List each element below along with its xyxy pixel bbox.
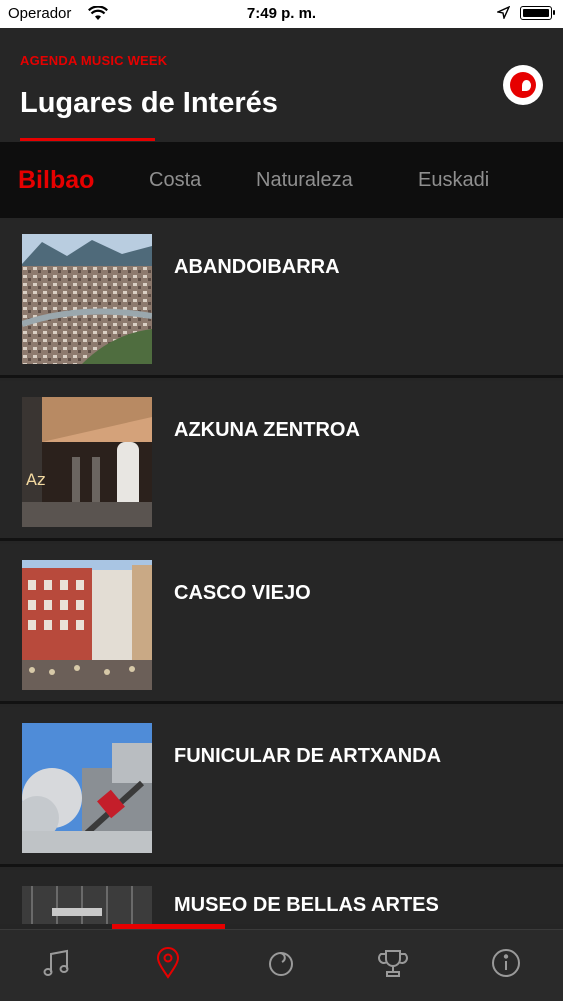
place-thumbnail	[22, 723, 152, 853]
place-name: CASCO VIEJO	[174, 582, 311, 604]
bottom-nav	[0, 929, 563, 1001]
list-item[interactable]: MUSEO DE BELLAS ARTES	[0, 870, 563, 924]
vodafone-icon	[266, 948, 296, 983]
nav-contests[interactable]	[337, 930, 449, 1001]
nav-places[interactable]	[112, 930, 224, 1001]
place-name: ABANDOIBARRA	[174, 256, 340, 278]
title-underline	[20, 138, 155, 141]
place-name: AZKUNA ZENTROA	[174, 419, 360, 441]
list-item[interactable]: CASCO VIEJO	[0, 544, 563, 704]
nav-agenda[interactable]	[0, 930, 112, 1001]
place-name: MUSEO DE BELLAS ARTES	[174, 894, 439, 916]
list-item[interactable]: FUNICULAR DE ARTXANDA	[0, 707, 563, 867]
info-icon	[491, 948, 521, 983]
map-pin-icon	[153, 947, 183, 984]
place-thumbnail	[22, 234, 152, 364]
category-tabs: Bilbao Costa Naturaleza Euskadi	[0, 142, 563, 218]
nav-info[interactable]	[450, 930, 562, 1001]
vodafone-logo[interactable]	[503, 65, 543, 105]
nav-vodafone[interactable]	[225, 930, 337, 1001]
place-name: FUNICULAR DE ARTXANDA	[174, 745, 442, 767]
place-thumbnail	[22, 886, 152, 924]
svg-text:Az: Az	[26, 470, 45, 489]
tab-costa[interactable]: Costa	[149, 142, 201, 218]
battery-icon	[520, 6, 555, 20]
header: AGENDA MUSIC WEEK Lugares de Interés	[0, 28, 563, 142]
places-list: ABANDOIBARRA Az AZKUNA ZENTROA CASCO VIE…	[0, 218, 563, 924]
status-bar: Operador 7:49 p. m.	[0, 0, 563, 28]
tab-bilbao[interactable]: Bilbao	[18, 142, 94, 218]
list-item[interactable]: Az AZKUNA ZENTROA	[0, 381, 563, 541]
list-item[interactable]: ABANDOIBARRA	[0, 218, 563, 378]
place-thumbnail	[22, 560, 152, 690]
trophy-icon	[377, 948, 409, 983]
place-thumbnail: Az	[22, 397, 152, 527]
location-arrow-icon	[495, 5, 511, 23]
app-section-label: AGENDA MUSIC WEEK	[20, 53, 168, 68]
clock: 7:49 p. m.	[246, 5, 317, 22]
page-title: Lugares de Interés	[20, 87, 278, 119]
tab-euskadi[interactable]: Euskadi	[418, 142, 489, 218]
music-note-icon	[41, 948, 71, 983]
tab-naturaleza[interactable]: Naturaleza	[256, 142, 353, 218]
